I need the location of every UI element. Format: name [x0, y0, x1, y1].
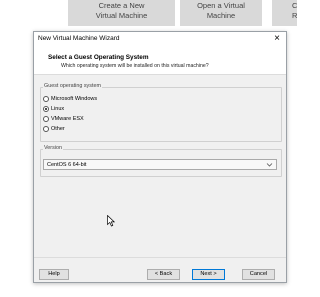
radio-linux[interactable]: Linux — [43, 104, 64, 113]
footer-divider — [34, 257, 286, 258]
help-button[interactable]: Help — [39, 269, 69, 280]
close-icon[interactable]: × — [274, 33, 280, 45]
cancel-button[interactable]: Cancel — [242, 269, 275, 280]
wizard-step-title: Select a Guest Operating System — [48, 54, 149, 61]
radio-circle-selected — [43, 105, 49, 112]
create-vm-tile[interactable]: Create a New Virtual Machine — [68, 0, 175, 26]
dialog-titlebar[interactable]: New Virtual Machine Wizard × — [34, 32, 286, 47]
connect-tile-line1: C — [292, 1, 298, 10]
back-button[interactable]: < Back — [147, 269, 180, 280]
connect-tile-line2: R — [292, 11, 298, 20]
radio-label: Linux — [51, 105, 65, 112]
version-dropdown-value: CentOS 6 64-bit — [47, 162, 87, 168]
radio-circle — [43, 125, 49, 132]
new-vm-wizard-dialog: New Virtual Machine Wizard × Select a Gu… — [33, 31, 287, 283]
radio-vmware-esx[interactable]: VMware ESX — [43, 114, 84, 123]
open-vm-tile-line2: Machine — [206, 11, 236, 20]
radio-other[interactable]: Other — [43, 124, 65, 133]
wizard-step-subtitle: Which operating system will be installed… — [61, 63, 209, 69]
version-dropdown[interactable]: CentOS 6 64-bit — [43, 159, 277, 170]
radio-label: Other — [51, 125, 65, 132]
radio-label: Microsoft Windows — [51, 95, 98, 102]
mouse-pointer-icon — [107, 215, 115, 227]
dialog-title: New Virtual Machine Wizard — [38, 35, 120, 42]
create-vm-tile-line2: Virtual Machine — [95, 11, 148, 20]
guest-os-group-label: Guest operating system — [43, 83, 102, 89]
chevron-down-icon — [266, 163, 273, 167]
version-group: Version CentOS 6 64-bit — [40, 145, 282, 177]
wizard-header: Select a Guest Operating System Which op… — [34, 47, 286, 75]
version-group-label: Version — [43, 145, 63, 151]
create-vm-tile-line1: Create a New — [98, 1, 145, 10]
radio-circle — [43, 95, 49, 102]
connect-tile[interactable]: C R — [272, 0, 297, 26]
radio-label: VMware ESX — [51, 115, 84, 122]
open-vm-tile-line1: Open a Virtual — [197, 1, 245, 10]
open-vm-tile[interactable]: Open a Virtual Machine — [180, 0, 262, 26]
radio-circle — [43, 115, 49, 122]
guest-os-group: Guest operating system Microsoft Windows… — [40, 83, 282, 142]
radio-microsoft-windows[interactable]: Microsoft Windows — [43, 94, 97, 103]
next-button[interactable]: Next > — [192, 269, 225, 280]
